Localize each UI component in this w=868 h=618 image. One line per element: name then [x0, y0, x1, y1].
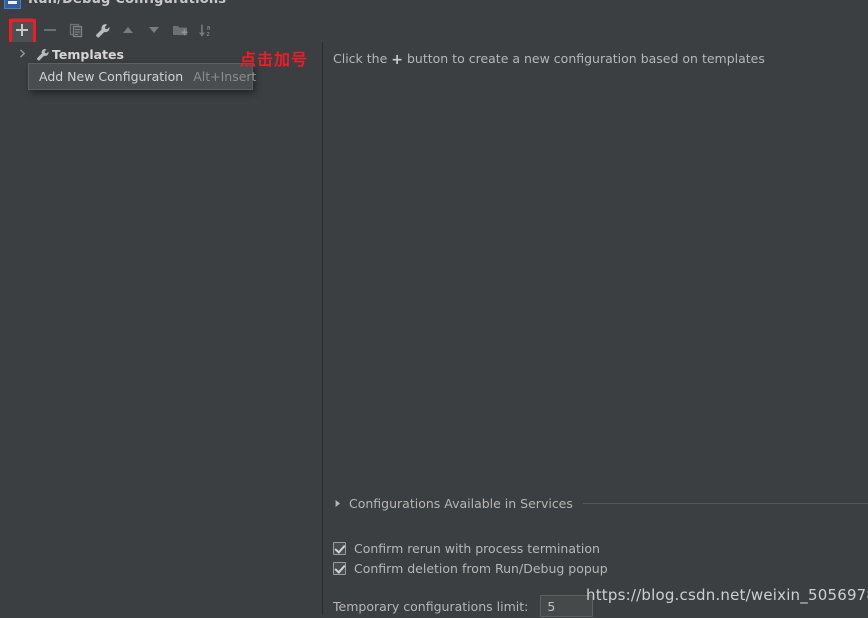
checkbox-confirm-rerun[interactable] — [333, 541, 346, 555]
configuration-details-panel: Click the + button to create a new confi… — [323, 42, 868, 618]
option-confirm-rerun[interactable]: Confirm rerun with process termination — [333, 539, 600, 557]
empty-state-hint: Click the + button to create a new confi… — [333, 51, 765, 68]
watermark-url: https://blog.csdn.net/weixin_50569789 — [586, 586, 868, 604]
temporary-limit-row: Temporary configurations limit: — [333, 594, 594, 618]
menu-item-label: Add New Configuration — [39, 69, 184, 84]
services-section-separator — [582, 502, 868, 504]
services-section-label: Configurations Available in Services — [349, 495, 573, 511]
add-configuration-popup-menu[interactable]: Add New Configuration Alt+Insert — [28, 63, 256, 90]
services-section-header[interactable]: Configurations Available in Services — [333, 494, 868, 512]
wrench-icon — [36, 48, 49, 61]
hint-prefix: Click the — [333, 51, 388, 66]
new-folder-button[interactable] — [168, 18, 192, 42]
window-title: Run/Debug Configurations — [28, 0, 226, 7]
hint-suffix: button to create a new configuration bas… — [406, 51, 765, 66]
run-debug-configurations-icon — [4, 0, 21, 9]
window-titlebar: Run/Debug Configurations — [0, 0, 868, 14]
annotation-click-plus: 点击加号 — [240, 50, 309, 69]
temporary-limit-label: Temporary configurations limit: — [333, 598, 529, 614]
arrow-down-icon — [149, 27, 159, 33]
configurations-tree-panel[interactable]: Templates Add New Configuration Alt+Inse… — [0, 42, 322, 615]
tree-label-templates: Templates — [52, 47, 124, 62]
chevron-right-icon[interactable] — [18, 49, 27, 58]
plus-icon — [16, 24, 28, 36]
option-confirm-deletion-label: Confirm deletion from Run/Debug popup — [354, 560, 608, 576]
add-button[interactable] — [10, 18, 34, 42]
option-confirm-rerun-label: Confirm rerun with process termination — [354, 540, 600, 556]
svg-text:z: z — [207, 31, 210, 38]
arrow-up-icon — [123, 27, 133, 33]
checkbox-confirm-deletion[interactable] — [333, 561, 346, 575]
sort-button[interactable]: a z — [194, 18, 218, 42]
wrench-icon — [95, 23, 110, 38]
move-down-button[interactable] — [142, 18, 166, 42]
configurations-toolbar: a z — [0, 14, 322, 42]
copy-icon — [69, 23, 82, 37]
move-up-button[interactable] — [116, 18, 140, 42]
minus-icon — [44, 29, 56, 31]
copy-button[interactable] — [64, 18, 88, 42]
sort-alpha-icon: a z — [199, 24, 211, 38]
menu-item-add-new-configuration[interactable]: Add New Configuration Alt+Insert — [29, 64, 256, 89]
edit-templates-button[interactable] — [90, 18, 114, 42]
option-confirm-deletion[interactable]: Confirm deletion from Run/Debug popup — [333, 559, 608, 577]
triangle-right-icon[interactable] — [333, 499, 342, 508]
menu-item-shortcut: Alt+Insert — [193, 69, 257, 84]
hint-plus-icon: + — [391, 52, 403, 68]
folder-add-icon — [173, 26, 188, 36]
remove-button[interactable] — [38, 18, 62, 42]
